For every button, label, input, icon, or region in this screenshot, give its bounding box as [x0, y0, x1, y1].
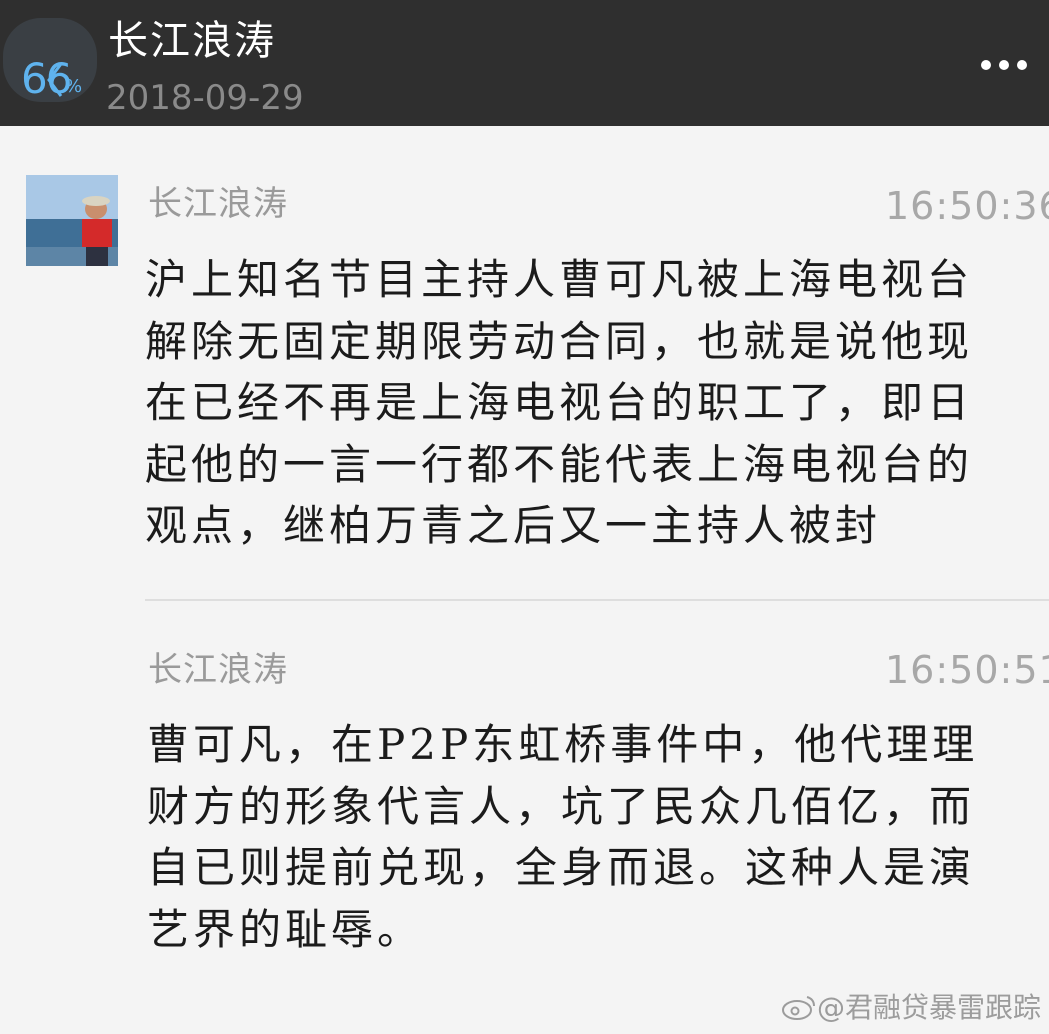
chat-title: 长江浪涛: [108, 18, 276, 64]
message-sender: 长江浪涛: [148, 650, 288, 690]
avatar-image: [26, 175, 118, 266]
message-text: 沪上知名节目主持人曹可凡被上海电视台 解除无固定期限劳动合同，也就是说他现 在已经不…: [145, 249, 973, 557]
more-dots-icon[interactable]: [978, 58, 1030, 72]
message-line: 自已则提前兑现，全身而退。这种人是演: [147, 843, 976, 892]
message-text: 曹可凡，在P2P东虹桥事件中，他代理理 财方的形象代言人，坑了民众几佰亿，而 自已则…: [147, 714, 978, 960]
message-time: 16:50:36: [885, 184, 1049, 228]
avatar[interactable]: [26, 175, 118, 266]
watermark: @君融贷暴雷跟踪: [781, 990, 1041, 1026]
message-line: 艺界的耻辱。: [147, 904, 424, 954]
watermark-text: @君融贷暴雷跟踪: [816, 991, 1041, 1024]
message-time: 16:50:51: [885, 648, 1049, 692]
message-line: 财方的形象代言人，坑了民众几佰亿，而: [147, 781, 976, 831]
back-button[interactable]: 66 %: [3, 18, 97, 102]
message-line: 起他的一言一行都不能代表上海电视台的: [145, 439, 974, 489]
unread-unit: %: [65, 76, 83, 97]
message-line: 观点，继柏万青之后又一主持人被封: [145, 501, 882, 550]
message-line: 沪上知名节目主持人曹可凡被上海电视台: [145, 255, 974, 304]
top-bar: 66 % 长江浪涛 2018-09-29: [0, 0, 1049, 126]
message-divider: [145, 599, 1049, 601]
message-line: 解除无固定期限劳动合同，也就是说他现: [145, 316, 974, 366]
weibo-logo-icon: [781, 996, 815, 1020]
message-line: 曹可凡，在P2P东虹桥事件中，他代理理: [147, 720, 979, 769]
chevron-left-icon: [47, 63, 63, 97]
message-sender: 长江浪涛: [148, 184, 288, 224]
chat-date: 2018-09-29: [106, 78, 304, 118]
message-line: 在已经不再是上海电视台的职工了，即日: [145, 378, 974, 427]
